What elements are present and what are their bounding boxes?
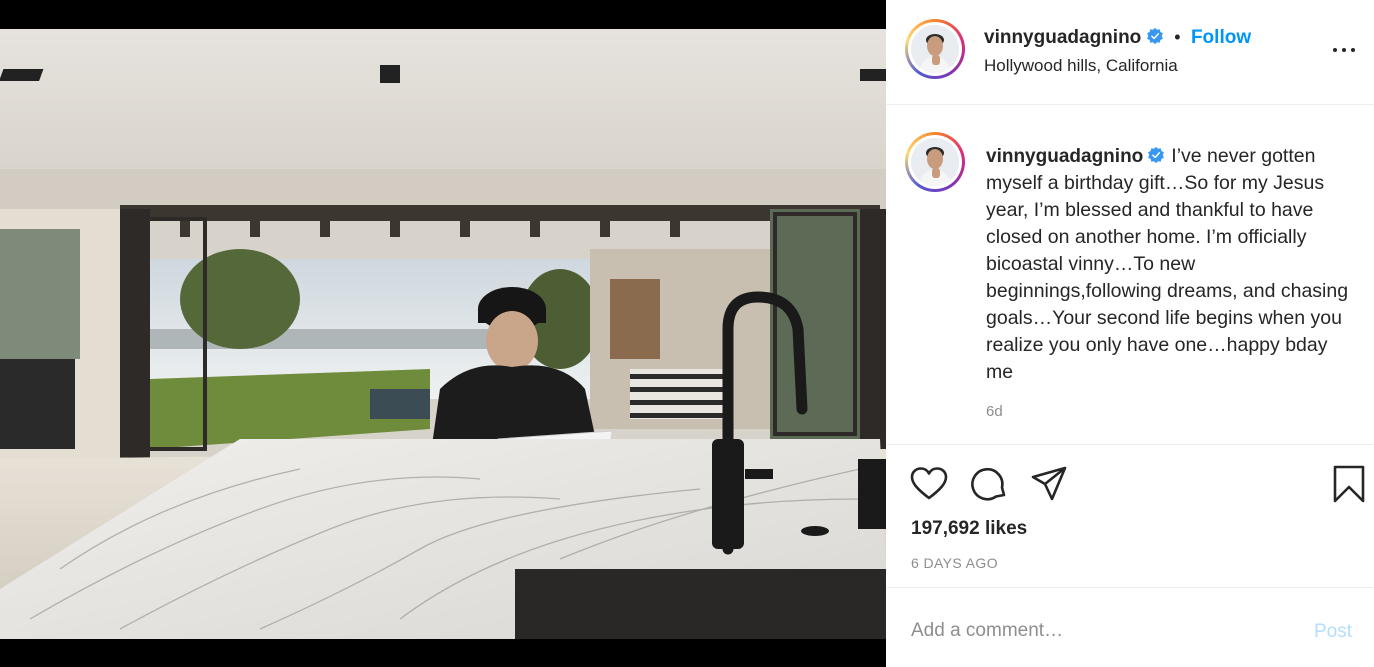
caption-section: vinnyguadagnino I’ve never gotten myself… bbox=[886, 105, 1374, 445]
caption-username-link[interactable]: vinnyguadagnino bbox=[986, 146, 1143, 167]
comment-input[interactable] bbox=[911, 616, 1291, 646]
avatar-story-ring[interactable] bbox=[905, 19, 965, 79]
heart-icon[interactable] bbox=[909, 464, 949, 504]
post-side-panel: vinnyguadagnino • Follow Hollywood hills… bbox=[886, 0, 1374, 667]
avatar bbox=[911, 25, 959, 73]
separator-dot: • bbox=[1174, 27, 1181, 47]
caption-text: I’ve never gotten myself a birthday gift… bbox=[986, 145, 1349, 383]
likes-count[interactable]: 197,692 likes bbox=[911, 518, 1027, 540]
bookmark-icon[interactable] bbox=[1329, 464, 1369, 504]
add-comment-form: Post bbox=[886, 588, 1374, 667]
action-bar: 197,692 likes 6 DAYS AGO bbox=[886, 446, 1374, 588]
post-timestamp[interactable]: 6 DAYS AGO bbox=[911, 555, 998, 571]
paper-plane-icon[interactable] bbox=[1029, 464, 1069, 504]
verified-badge-icon bbox=[1146, 27, 1163, 45]
follow-button[interactable]: Follow bbox=[1191, 27, 1251, 48]
username-link[interactable]: vinnyguadagnino bbox=[984, 27, 1141, 48]
location-link[interactable]: Hollywood hills, California bbox=[984, 56, 1178, 76]
post-comment-button[interactable]: Post bbox=[1314, 621, 1352, 643]
post-media bbox=[0, 0, 886, 667]
caption-avatar-ring[interactable] bbox=[905, 132, 965, 192]
post-photo[interactable] bbox=[0, 29, 886, 639]
verified-badge-icon bbox=[1148, 146, 1165, 164]
avatar bbox=[911, 138, 959, 186]
caption-timestamp[interactable]: 6d bbox=[986, 403, 1003, 420]
comment-icon[interactable] bbox=[969, 464, 1009, 504]
header-user-line: vinnyguadagnino • Follow bbox=[984, 27, 1251, 49]
caption-text-block: vinnyguadagnino I’ve never gotten myself… bbox=[986, 143, 1356, 386]
post-header: vinnyguadagnino • Follow Hollywood hills… bbox=[886, 0, 1374, 105]
more-options-icon[interactable] bbox=[1332, 40, 1360, 60]
